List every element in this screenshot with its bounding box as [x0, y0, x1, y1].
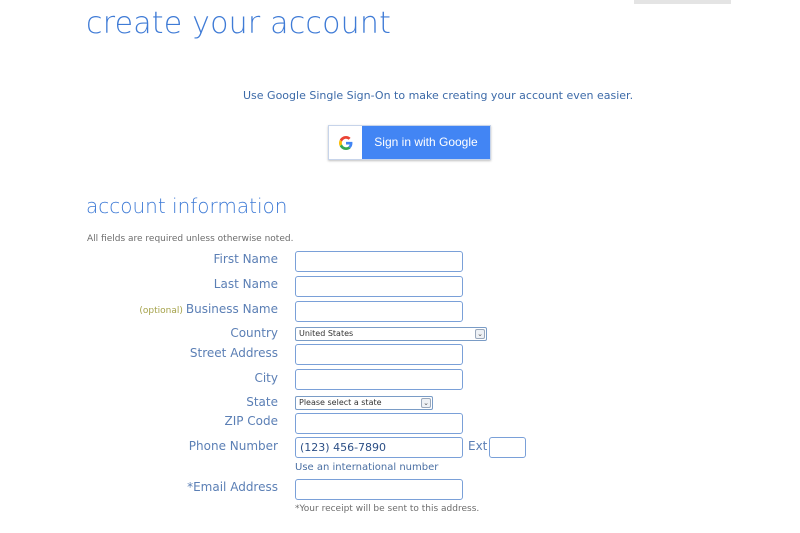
street-address-input[interactable]	[295, 344, 463, 365]
country-selected: United States	[299, 329, 354, 338]
phone-label: Phone Number	[188, 439, 278, 453]
top-tab	[634, 0, 731, 4]
sso-prompt: Use Google Single Sign-On to make creati…	[243, 89, 634, 102]
first-name-input[interactable]	[295, 251, 463, 272]
ext-input[interactable]	[489, 437, 526, 458]
ext-label: Ext	[468, 439, 488, 453]
google-sign-in-label: Sign in with Google	[374, 135, 478, 149]
first-name-label: First Name	[213, 252, 278, 266]
email-help: *Your receipt will be sent to this addre…	[295, 504, 480, 514]
state-label: State	[246, 395, 278, 409]
country-label: Country	[230, 326, 278, 340]
city-label: City	[254, 371, 278, 385]
zip-input[interactable]	[295, 413, 463, 434]
google-g-icon	[329, 126, 362, 159]
google-sign-in-button[interactable]: Sign in with Google	[328, 125, 491, 160]
zip-label: ZIP Code	[224, 414, 278, 428]
state-select[interactable]: Please select a state ⌄	[295, 396, 433, 410]
business-name-input[interactable]	[295, 301, 463, 322]
last-name-input[interactable]	[295, 276, 463, 297]
section-title: account information	[86, 194, 288, 218]
required-note: All fields are required unless otherwise…	[87, 234, 294, 244]
business-name-label-row: (optional) Business Name	[0, 302, 278, 316]
street-address-label: Street Address	[189, 346, 278, 360]
country-select[interactable]: United States ⌄	[295, 327, 487, 341]
business-name-label: Business Name	[185, 302, 278, 316]
state-selected: Please select a state	[299, 398, 382, 407]
email-label: *Email Address	[187, 480, 278, 494]
page-title: create your account	[86, 6, 392, 41]
international-number-link[interactable]: Use an international number	[295, 462, 438, 473]
last-name-label: Last Name	[213, 277, 278, 291]
phone-input[interactable]	[295, 437, 463, 458]
chevron-down-icon[interactable]: ⌄	[421, 398, 431, 408]
email-input[interactable]	[295, 479, 463, 500]
chevron-down-icon[interactable]: ⌄	[475, 329, 485, 339]
city-input[interactable]	[295, 369, 463, 390]
optional-tag: (optional)	[139, 306, 183, 316]
